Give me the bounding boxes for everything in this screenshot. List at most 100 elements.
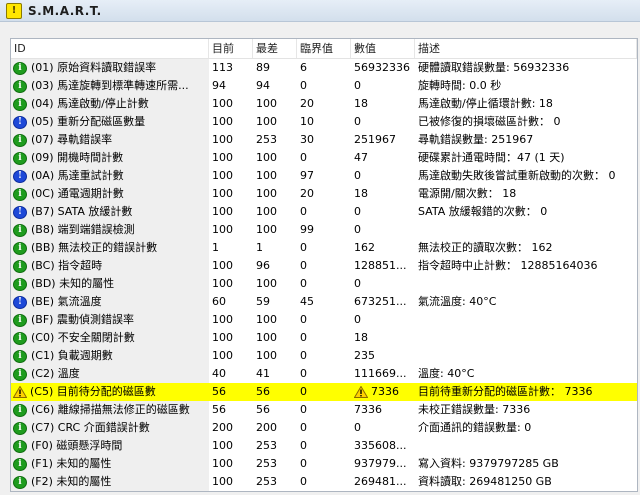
table-row[interactable]: i (BF) 震動偵測錯誤率 100 100 0 0 bbox=[11, 311, 637, 329]
cell-threshold: 0 bbox=[300, 277, 307, 290]
attribute-name: (C5) 目前待分配的磁區數 bbox=[30, 385, 156, 398]
table-row[interactable]: (C5) 目前待分配的磁區數 56 56 0 7336 目前待重新分配的磁區計數： 733… bbox=[11, 383, 637, 401]
attribute-name: (C7) CRC 介面錯誤計數 bbox=[31, 421, 150, 434]
table-row[interactable]: i (BB) 無法校正的錯誤計數 1 1 0 162 無法校正的讀取次數： 162 bbox=[11, 239, 637, 257]
table-row[interactable]: i (C6) 離線掃描無法修正的磁區數 56 56 0 7336 未校正錯誤數量: 7336 bbox=[11, 401, 637, 419]
list-header: ID 目前 最差 臨界值 數值 描述 bbox=[11, 39, 637, 59]
column-header-id[interactable]: ID bbox=[11, 39, 209, 58]
attribute-name: (BE) 氣流溫度 bbox=[31, 295, 102, 308]
table-row[interactable]: ! (05) 重新分配磁區數量 100 100 10 0 已被修復的損壞磁區計數： 0 bbox=[11, 113, 637, 131]
green-info-icon: i bbox=[13, 97, 27, 111]
cell-description: SATA 放緩報錯的次數： 0 bbox=[418, 205, 548, 218]
table-row[interactable]: i (03) 馬達旋轉到標準轉速所需... 94 94 0 0 旋轉時間: 0.0 秒 bbox=[11, 77, 637, 95]
table-row[interactable]: i (04) 馬達啟動/停止計數 100 100 20 18 馬達啟動/停止循環計數: 18 bbox=[11, 95, 637, 113]
cell-raw-value: 0 bbox=[354, 277, 361, 290]
green-info-icon: i bbox=[13, 403, 27, 417]
cell-worst: 59 bbox=[256, 295, 270, 308]
cell-id: i (04) 馬達啟動/停止計數 bbox=[11, 95, 209, 113]
cell-worst: 1 bbox=[256, 241, 263, 254]
table-row[interactable]: i (F2) 未知的屬性 100 253 0 269481... 資料讀取: 2694812… bbox=[11, 473, 637, 491]
cell-raw-value: 0 bbox=[354, 205, 361, 218]
column-header-current[interactable]: 目前 bbox=[209, 39, 253, 58]
cell-worst: 100 bbox=[256, 331, 277, 344]
column-header-description[interactable]: 描述 bbox=[415, 39, 637, 58]
table-row[interactable]: i (09) 開機時間計數 100 100 0 47 硬碟累計通電時間：47 (1 天) bbox=[11, 149, 637, 167]
column-header-worst[interactable]: 最差 bbox=[253, 39, 297, 58]
table-row[interactable]: ! (B7) SATA 放緩計數 100 100 0 0 SATA 放緩報錯的次數： 0 bbox=[11, 203, 637, 221]
cell-current: 100 bbox=[212, 97, 233, 110]
cell-threshold: 0 bbox=[300, 79, 307, 92]
green-info-icon: i bbox=[13, 223, 27, 237]
cell-id: i (BF) 震動偵測錯誤率 bbox=[11, 311, 209, 329]
smart-attributes-list[interactable]: ID 目前 最差 臨界值 數值 描述 i (01) 原始資料讀取錯誤率 113 89 6… bbox=[10, 38, 638, 492]
cell-worst: 56 bbox=[256, 403, 270, 416]
cell-threshold: 0 bbox=[300, 349, 307, 362]
cell-id: i (BC) 指令超時 bbox=[11, 257, 209, 275]
cell-threshold: 20 bbox=[300, 187, 314, 200]
cell-raw-value: 111669... bbox=[354, 367, 407, 380]
table-row[interactable]: i (F1) 未知的屬性 100 253 0 937979... 寫入資料: 9379797… bbox=[11, 455, 637, 473]
cell-id: i (BB) 無法校正的錯誤計數 bbox=[11, 239, 209, 257]
blue-info-icon: ! bbox=[13, 169, 27, 183]
table-row[interactable]: i (C2) 溫度 40 41 0 111669... 溫度: 40°C bbox=[11, 365, 637, 383]
table-row[interactable]: ! (BE) 氣流溫度 60 59 45 673251... 氣流溫度: 40°C bbox=[11, 293, 637, 311]
cell-description: 溫度: 40°C bbox=[418, 367, 475, 380]
green-info-icon: i bbox=[13, 61, 27, 75]
cell-current: 100 bbox=[212, 133, 233, 146]
cell-description: 目前待重新分配的磁區計數： 7336 bbox=[418, 385, 593, 398]
table-row[interactable]: i (01) 原始資料讀取錯誤率 113 89 6 56932336 硬體讀取錯誤數量: 5… bbox=[11, 59, 637, 77]
green-info-icon: i bbox=[13, 79, 27, 93]
warning-icon bbox=[13, 386, 27, 398]
cell-raw-value: 47 bbox=[354, 151, 368, 164]
table-row[interactable]: i (F0) 磁頭懸浮時間 100 253 0 335608... bbox=[11, 437, 637, 455]
cell-worst: 100 bbox=[256, 277, 277, 290]
smart-warning-icon: ! bbox=[6, 2, 22, 19]
green-info-icon: i bbox=[13, 277, 27, 291]
cell-worst: 200 bbox=[256, 421, 277, 434]
cell-description: 資料讀取: 269481250 GB bbox=[418, 475, 552, 488]
cell-current: 113 bbox=[212, 61, 233, 74]
table-row[interactable]: i (B8) 端到端錯誤檢測 100 100 99 0 bbox=[11, 221, 637, 239]
table-row[interactable]: i (BD) 未知的屬性 100 100 0 0 bbox=[11, 275, 637, 293]
cell-raw-value: 128851... bbox=[354, 259, 407, 272]
green-info-icon: i bbox=[13, 349, 27, 363]
cell-id: i (F1) 未知的屬性 bbox=[11, 455, 209, 473]
cell-current: 1 bbox=[212, 241, 219, 254]
cell-worst: 253 bbox=[256, 133, 277, 146]
cell-raw-value: 0 bbox=[354, 421, 361, 434]
table-row[interactable]: i (C1) 負載週期數 100 100 0 235 bbox=[11, 347, 637, 365]
cell-worst: 56 bbox=[256, 385, 270, 398]
cell-current: 100 bbox=[212, 223, 233, 236]
cell-id: i (01) 原始資料讀取錯誤率 bbox=[11, 59, 209, 77]
cell-current: 60 bbox=[212, 295, 226, 308]
cell-threshold: 0 bbox=[300, 367, 307, 380]
cell-description: 電源開/關次數： 18 bbox=[418, 187, 517, 200]
table-row[interactable]: i (07) 尋軌錯誤率 100 253 30 251967 尋軌錯誤數量: 251967 bbox=[11, 131, 637, 149]
cell-raw-value: 7336 bbox=[351, 383, 415, 401]
cell-current: 100 bbox=[212, 115, 233, 128]
cell-worst: 253 bbox=[256, 439, 277, 452]
green-info-icon: i bbox=[13, 151, 27, 165]
cell-description bbox=[415, 221, 637, 239]
cell-raw-value: 18 bbox=[354, 97, 368, 110]
table-row[interactable]: ! (0A) 馬達重試計數 100 100 97 0 馬達啟動失敗後嘗試重新啟動的次數： 0 bbox=[11, 167, 637, 185]
table-row[interactable]: i (C7) CRC 介面錯誤計數 200 200 0 0 介面通訊的錯誤數量: 0 bbox=[11, 419, 637, 437]
column-header-raw-value[interactable]: 數值 bbox=[351, 39, 415, 58]
green-info-icon: i bbox=[13, 133, 27, 147]
table-row[interactable]: i (0C) 通電週期計數 100 100 20 18 電源開/關次數： 18 bbox=[11, 185, 637, 203]
raw-value-text: 7336 bbox=[371, 385, 399, 398]
cell-threshold: 97 bbox=[300, 169, 314, 182]
cell-description: 未校正錯誤數量: 7336 bbox=[418, 403, 531, 416]
green-info-icon: i bbox=[13, 241, 27, 255]
cell-raw-value: 56932336 bbox=[354, 61, 410, 74]
cell-worst: 100 bbox=[256, 115, 277, 128]
table-row[interactable]: i (C0) 不安全關閉計數 100 100 0 18 bbox=[11, 329, 637, 347]
table-row[interactable]: i (BC) 指令超時 100 96 0 128851... 指令超時中止計數： 12885… bbox=[11, 257, 637, 275]
cell-id: i (C1) 負載週期數 bbox=[11, 347, 209, 365]
cell-description bbox=[415, 329, 637, 347]
cell-id: (C5) 目前待分配的磁區數 bbox=[11, 383, 209, 401]
column-header-threshold[interactable]: 臨界值 bbox=[297, 39, 351, 58]
attribute-name: (01) 原始資料讀取錯誤率 bbox=[31, 61, 157, 74]
cell-id: i (B8) 端到端錯誤檢測 bbox=[11, 221, 209, 239]
green-info-icon: i bbox=[13, 475, 27, 489]
